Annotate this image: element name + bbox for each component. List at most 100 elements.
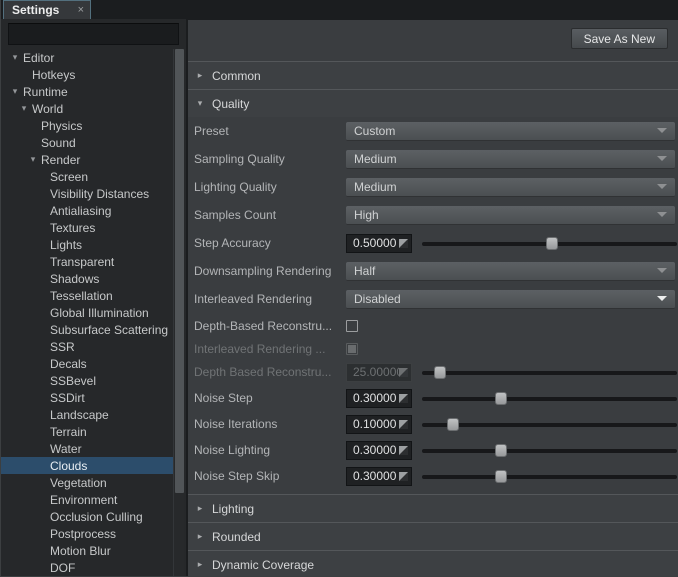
tree-item-label: World — [32, 102, 63, 116]
tree-item-label: Occlusion Culling — [50, 510, 143, 524]
settings-tree: ▾EditorHotkeys▾Runtime▾WorldPhysicsSound… — [1, 49, 173, 577]
tree-item-landscape[interactable]: Landscape — [1, 406, 173, 423]
tree-item-physics[interactable]: Physics — [1, 117, 173, 134]
noise-step-skip-value-field[interactable]: 0.30000 — [346, 467, 412, 486]
value-drag-icon[interactable] — [399, 472, 408, 481]
tree-item-editor[interactable]: ▾Editor — [1, 49, 173, 66]
downsampling-rendering-dropdown[interactable]: Half — [346, 262, 675, 281]
chevron-down-icon — [657, 296, 667, 301]
noise-iterations-slider[interactable] — [422, 415, 677, 434]
tree-item-decals[interactable]: Decals — [1, 355, 173, 372]
slider-handle[interactable] — [434, 366, 446, 379]
tree-item-dof[interactable]: DOF — [1, 559, 173, 576]
tree-item-subsurface-scattering[interactable]: Subsurface Scattering — [1, 321, 173, 338]
value-drag-icon[interactable] — [399, 446, 408, 455]
section-header-lighting[interactable]: ▸Lighting — [188, 494, 678, 522]
numeric-value: 25.00000 — [353, 365, 399, 379]
section-header-rounded[interactable]: ▸Rounded — [188, 522, 678, 550]
expand-arrow-icon[interactable]: ▾ — [7, 49, 23, 66]
tree-item-water[interactable]: Water — [1, 440, 173, 457]
value-drag-icon[interactable] — [399, 420, 408, 429]
lighting-quality-dropdown[interactable]: Medium — [346, 178, 675, 197]
tree-item-hotkeys[interactable]: Hotkeys — [1, 66, 173, 83]
tree-item-environment[interactable]: Environment — [1, 491, 173, 508]
tree-item-textures[interactable]: Textures — [1, 219, 173, 236]
tree-scrollbar[interactable] — [173, 49, 184, 577]
tree-item-terrain[interactable]: Terrain — [1, 423, 173, 440]
tab-settings[interactable]: Settings × — [3, 0, 91, 19]
noise-step-value-field[interactable]: 0.30000 — [346, 389, 412, 408]
search-input[interactable] — [8, 23, 179, 45]
setting-row-noise-lighting: Noise Lighting0.30000 — [188, 437, 678, 463]
slider-handle[interactable] — [447, 418, 459, 431]
close-icon[interactable]: × — [78, 5, 84, 16]
value-drag-icon[interactable] — [399, 368, 408, 377]
step-accuracy-value-field[interactable]: 0.50000 — [346, 234, 412, 253]
chevron-right-icon: ▸ — [195, 503, 205, 514]
depth-based-reconstru-slider[interactable] — [422, 363, 677, 382]
tree-item-lights[interactable]: Lights — [1, 236, 173, 253]
chevron-right-icon: ▸ — [195, 531, 205, 542]
tree-item-antialiasing[interactable]: Antialiasing — [1, 202, 173, 219]
setting-label: Downsampling Rendering — [194, 264, 346, 278]
expand-arrow-icon[interactable]: ▾ — [16, 100, 32, 117]
dropdown-value: Custom — [354, 124, 657, 138]
section-header-dynamic-coverage[interactable]: ▸Dynamic Coverage — [188, 550, 678, 577]
section-label: Common — [212, 69, 261, 83]
noise-step-skip-slider[interactable] — [422, 467, 677, 486]
setting-row-preset: Preset Custom — [188, 117, 678, 145]
tree-item-global-illumination[interactable]: Global Illumination — [1, 304, 173, 321]
tree-item-ssr[interactable]: SSR — [1, 338, 173, 355]
tree-item-label: Lights — [50, 238, 82, 252]
tree-item-shadows[interactable]: Shadows — [1, 270, 173, 287]
chevron-down-icon — [657, 212, 667, 217]
tree-item-transparent[interactable]: Transparent — [1, 253, 173, 270]
depth-based-reconstru-value-field[interactable]: 25.00000 — [346, 363, 412, 382]
section-header-common[interactable]: ▸Common — [188, 61, 678, 89]
dropdown-value: High — [354, 208, 657, 222]
tree-item-vegetation[interactable]: Vegetation — [1, 474, 173, 491]
sampling-quality-dropdown[interactable]: Medium — [346, 150, 675, 169]
settings-content: Save As New ▸Common▾QualityPresetCustomS… — [188, 20, 678, 577]
tree-item-label: Visibility Distances — [50, 187, 149, 201]
tree-item-render[interactable]: ▾Render — [1, 151, 173, 168]
tree-item-ssbevel[interactable]: SSBevel — [1, 372, 173, 389]
tree-item-sound[interactable]: Sound — [1, 134, 173, 151]
tree-item-clouds[interactable]: Clouds — [1, 457, 173, 474]
expand-arrow-icon[interactable]: ▾ — [7, 83, 23, 100]
expand-arrow-icon[interactable]: ▾ — [25, 151, 41, 168]
setting-label: Interleaved Rendering ... — [194, 342, 346, 356]
preset-dropdown[interactable]: Custom — [346, 122, 675, 141]
tree-item-world[interactable]: ▾World — [1, 100, 173, 117]
noise-iterations-value-field[interactable]: 0.10000 — [346, 415, 412, 434]
depth-based-reconstru-checkbox[interactable] — [346, 320, 358, 332]
tree-item-occlusion-culling[interactable]: Occlusion Culling — [1, 508, 173, 525]
numeric-value: 0.30000 — [353, 391, 399, 405]
samples-count-dropdown[interactable]: High — [346, 206, 675, 225]
slider-handle[interactable] — [495, 470, 507, 483]
noise-lighting-slider[interactable] — [422, 441, 677, 460]
step-accuracy-slider[interactable] — [422, 234, 677, 253]
tree-scrollbar-thumb[interactable] — [175, 49, 184, 493]
value-drag-icon[interactable] — [399, 394, 408, 403]
value-drag-icon[interactable] — [399, 239, 408, 248]
noise-lighting-value-field[interactable]: 0.30000 — [346, 441, 412, 460]
tree-item-screen[interactable]: Screen — [1, 168, 173, 185]
noise-step-slider[interactable] — [422, 389, 677, 408]
setting-label: Preset — [194, 124, 346, 138]
tree-item-postprocess[interactable]: Postprocess — [1, 525, 173, 542]
section-header-quality[interactable]: ▾Quality — [188, 89, 678, 117]
slider-handle[interactable] — [495, 444, 507, 457]
tree-item-motion-blur[interactable]: Motion Blur — [1, 542, 173, 559]
tree-item-tessellation[interactable]: Tessellation — [1, 287, 173, 304]
tree-item-label: Global Illumination — [50, 306, 149, 320]
save-as-new-button[interactable]: Save As New — [571, 28, 668, 49]
tree-item-visibility-distances[interactable]: Visibility Distances — [1, 185, 173, 202]
slider-handle[interactable] — [495, 392, 507, 405]
tree-item-runtime[interactable]: ▾Runtime — [1, 83, 173, 100]
chevron-down-icon — [657, 156, 667, 161]
slider-handle[interactable] — [546, 237, 558, 250]
tree-item-label: Transparent — [50, 255, 114, 269]
interleaved-rendering-dropdown[interactable]: Disabled — [346, 290, 675, 309]
tree-item-ssdirt[interactable]: SSDirt — [1, 389, 173, 406]
